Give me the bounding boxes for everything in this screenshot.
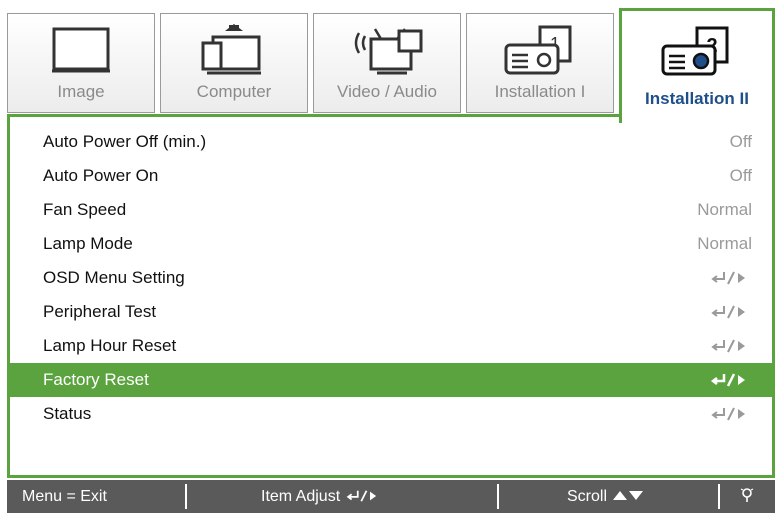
tab-video-audio[interactable]: Video / Audio [313,13,461,113]
menu-item-lamp-hour-reset[interactable]: Lamp Hour Reset [10,329,772,363]
up-down-arrows-icon [613,491,644,500]
menu-item-label: Factory Reset [43,370,149,389]
menu-item-value: Off [729,166,752,185]
tab-image[interactable]: Image [7,13,155,113]
scroll-label: Scroll [567,488,608,505]
enter-arrow-icon [710,372,750,388]
menu-item-lamp-mode[interactable]: Lamp Mode Normal [10,227,772,261]
menu-exit-hint: Menu = Exit [22,488,107,505]
tab-label: Installation I [494,82,586,101]
tab-label: Image [57,82,105,101]
menu-item-auto-power-off[interactable]: Auto Power Off (min.) Off [10,125,772,159]
projector-1-icon: 1 [467,22,613,80]
menu-item-label: Auto Power Off (min.) [43,132,207,151]
enter-arrow-icon [710,270,750,286]
menu-item-label: OSD Menu Setting [43,268,185,287]
tab-installation-1[interactable]: 1 Installation I [466,13,614,113]
menu-item-factory-reset[interactable]: Factory Reset [10,363,772,397]
scroll-hint: Scroll [567,488,645,506]
menu-item-value: Off [729,132,752,151]
footer-divider [718,484,720,509]
enter-arrow-icon [710,406,750,422]
tab-installation-2[interactable]: 2 Installation II [619,8,775,123]
footer-divider [497,484,499,509]
monitor-icon [8,22,154,80]
item-adjust-label: Item Adjust [261,488,341,505]
menu-item-label: Auto Power On [43,166,159,185]
menu-panel: Auto Power Off (min.) Off Auto Power On … [7,114,775,478]
menu-item-auto-power-on[interactable]: Auto Power On Off [10,159,772,193]
lightbulb-icon [740,487,754,510]
item-adjust-hint: Item Adjust [261,488,381,506]
tab-label: Installation II [645,89,749,108]
menu-item-label: Peripheral Test [43,302,157,321]
menu-item-label: Lamp Mode [43,234,133,253]
menu-item-fan-speed[interactable]: Fan Speed Normal [10,193,772,227]
menu-item-label: Fan Speed [43,200,127,219]
menu-item-value: Normal [697,234,752,253]
enter-arrow-icon [710,304,750,320]
menu-item-value: Normal [697,200,752,219]
video-audio-icon [314,22,460,80]
footer-divider [185,484,187,509]
menu-item-peripheral-test[interactable]: Peripheral Test [10,295,772,329]
enter-arrow-icon [710,338,750,354]
projector-2-icon: 2 [622,23,772,81]
computer-icon [161,22,307,80]
enter-arrow-icon [346,490,376,502]
menu-item-osd-menu-setting[interactable]: OSD Menu Setting [10,261,772,295]
menu-item-label: Lamp Hour Reset [43,336,177,355]
tab-computer[interactable]: Computer [160,13,308,113]
tab-label: Computer [196,82,272,101]
tab-label: Video / Audio [337,82,437,101]
osd-menu: Image Computer Video / Audio Installatio… [0,0,782,513]
menu-item-label: Status [43,404,92,423]
menu-item-status[interactable]: Status [10,397,772,431]
tab-bar: Image Computer Video / Audio Installatio… [7,8,775,123]
footer-hint-bar: Menu = Exit Item Adjust Scroll [7,480,775,513]
